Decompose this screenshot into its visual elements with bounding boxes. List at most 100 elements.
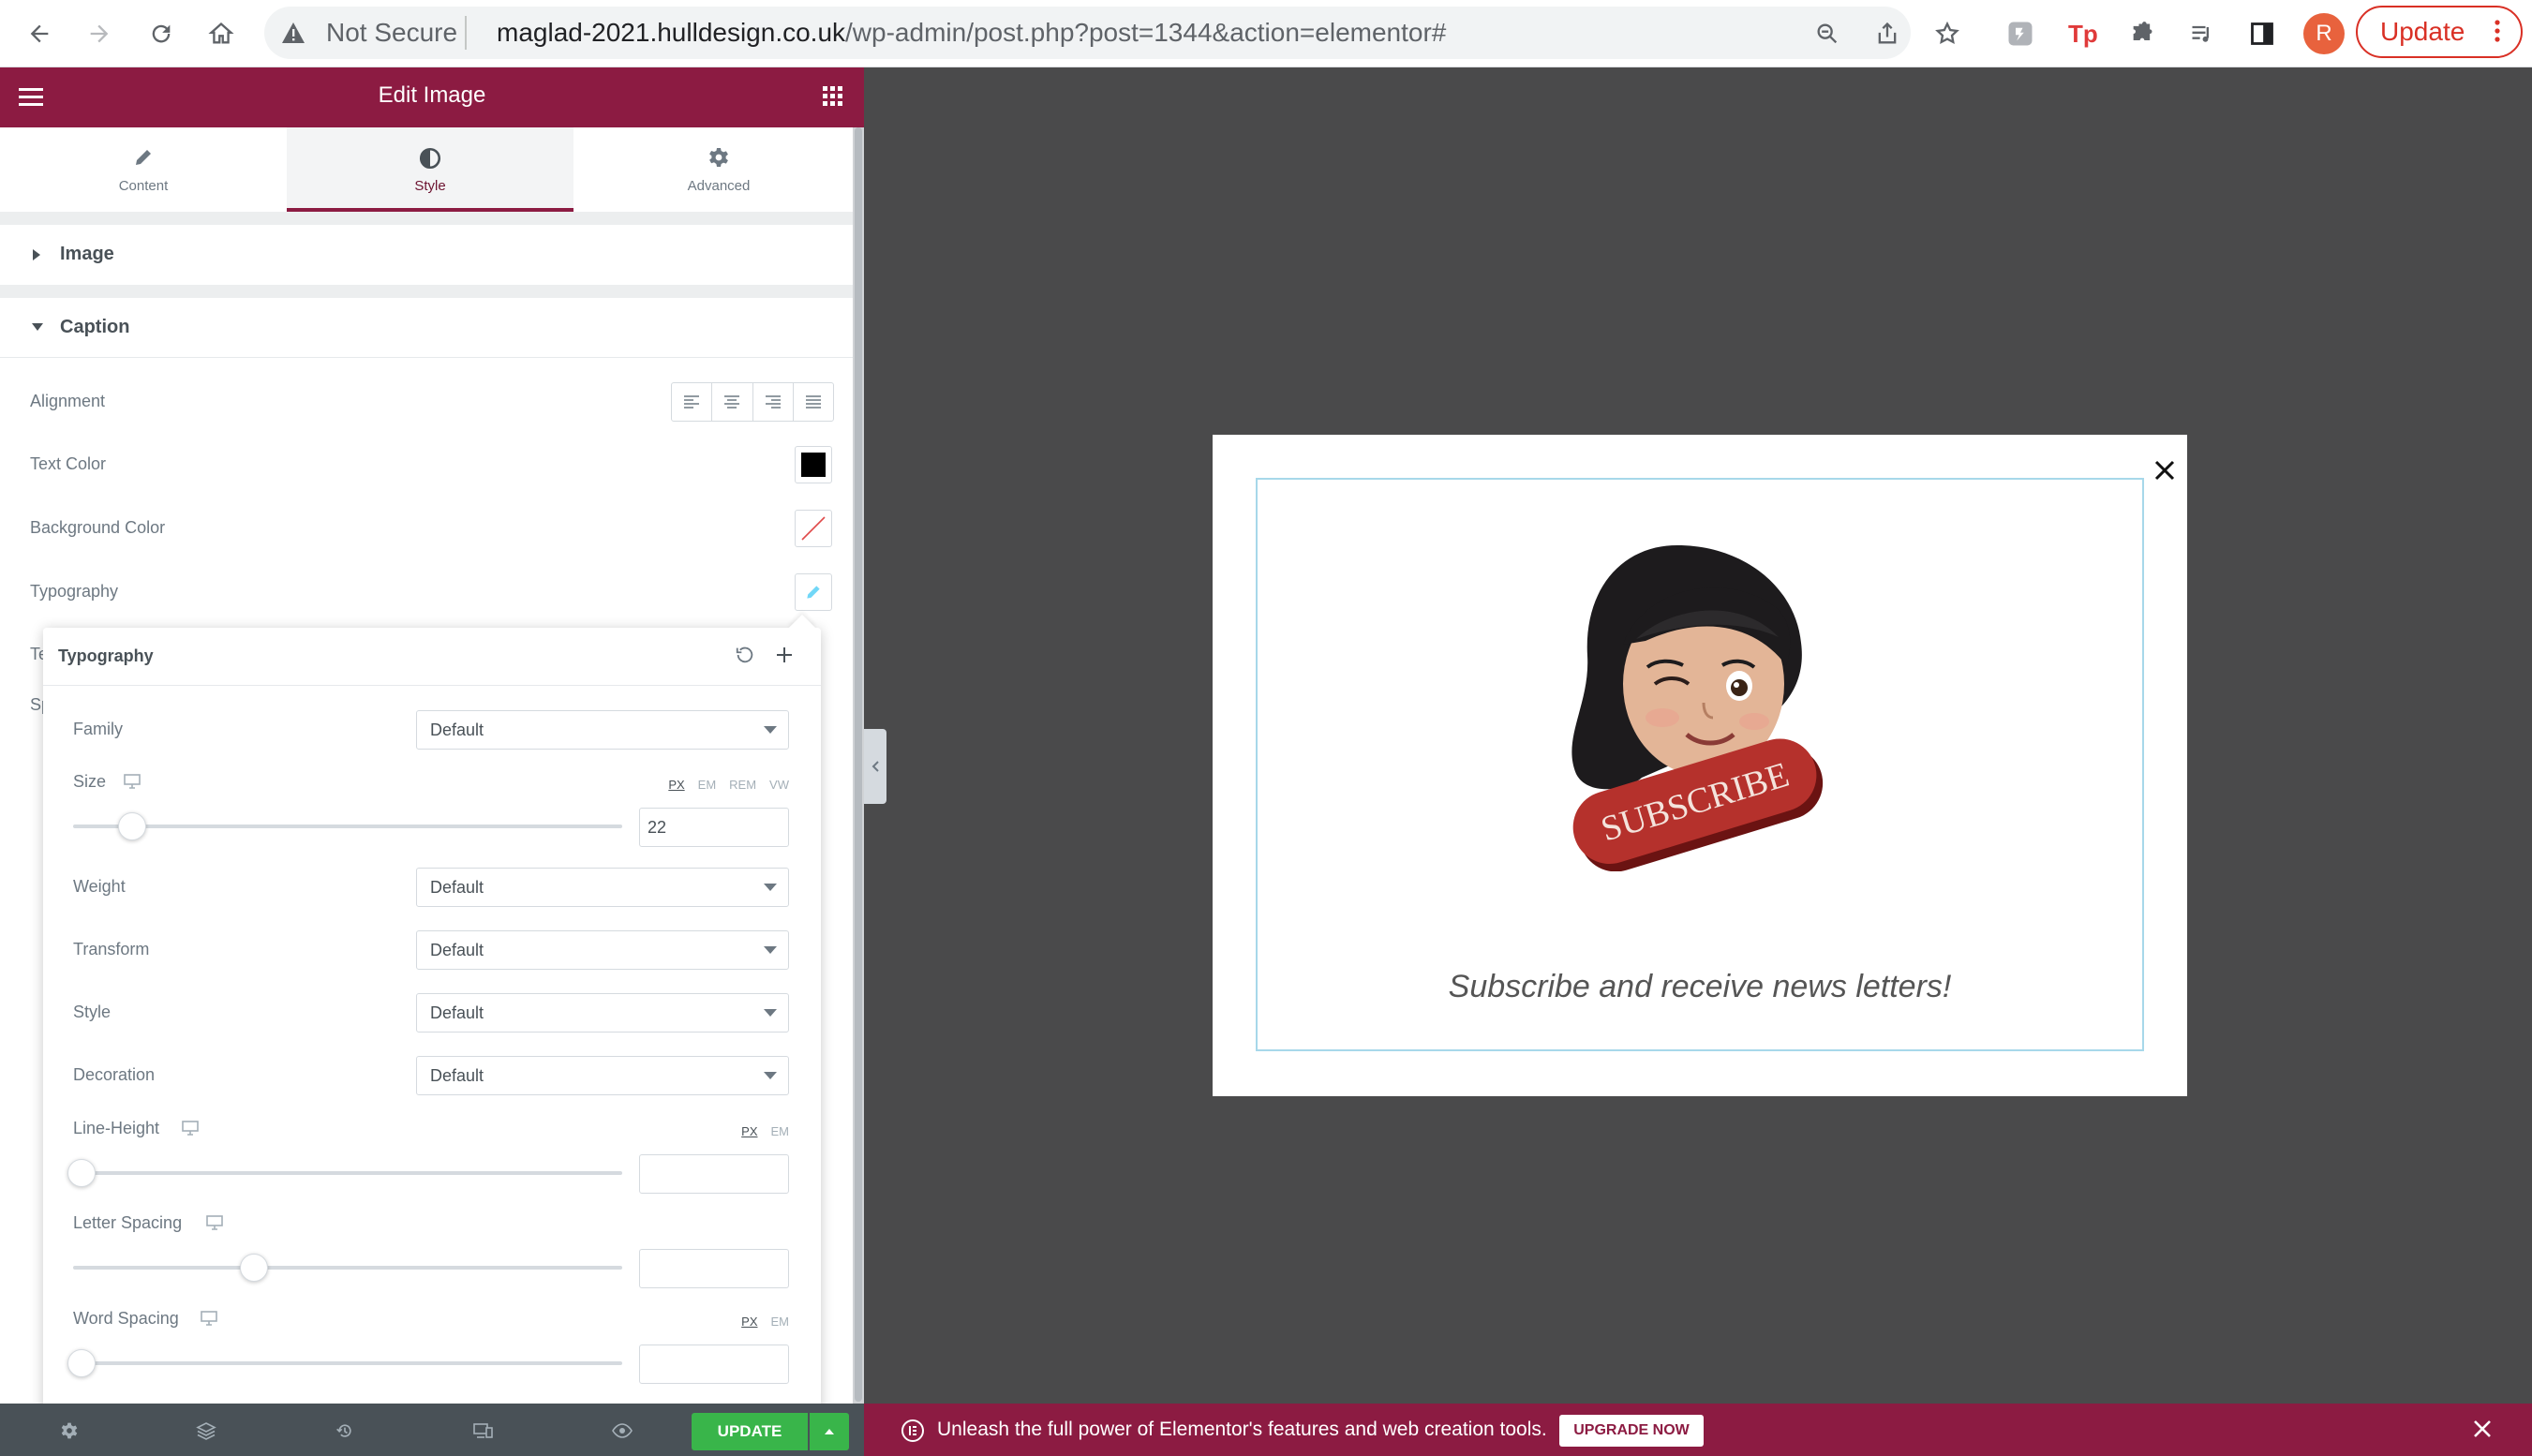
reset-icon[interactable] [735,645,755,665]
browser-toolbar: Not Secure maglad-2021.hulldesign.co.uk/… [0,0,2532,67]
section-image[interactable]: Image [0,225,853,285]
unit-px[interactable]: PX [668,778,684,792]
preview-eye-icon[interactable] [611,1419,633,1442]
panel-scrollbar[interactable] [853,127,864,1456]
tp-extension-icon[interactable]: Tp [2065,17,2099,51]
unit-rem[interactable]: REM [729,778,756,792]
style-value: Default [430,1003,484,1022]
unit-em[interactable]: EM [771,1124,790,1138]
forward-arrow-icon[interactable] [82,17,116,51]
bookmark-star-icon[interactable] [1930,17,1964,51]
history-icon[interactable] [334,1419,356,1442]
profile-avatar[interactable]: R [2303,13,2345,54]
home-icon[interactable] [204,17,238,51]
transform-label: Transform [73,940,150,958]
weight-value: Default [430,878,484,897]
section-caption[interactable]: Caption [0,298,853,358]
navigator-layers-icon[interactable] [195,1419,217,1442]
zoom-icon[interactable] [1810,17,1844,51]
word-spacing-slider-handle[interactable] [67,1349,96,1377]
panel-title: Edit Image [378,82,486,108]
section-divider [0,212,853,225]
decoration-label: Decoration [73,1065,156,1084]
save-options-button[interactable] [810,1413,849,1450]
url-text[interactable]: maglad-2021.hulldesign.co.uk/wp-admin/po… [497,18,1446,48]
scrollbar-thumb[interactable] [855,127,862,1402]
browser-update-button[interactable]: Update [2356,6,2523,58]
close-icon[interactable] [2153,459,2176,482]
desktop-icon[interactable] [182,1121,199,1136]
side-panel-icon[interactable] [2245,17,2279,51]
letter-spacing-label: Letter Spacing [73,1213,183,1232]
size-slider[interactable] [73,812,622,840]
letter-spacing-slider-handle[interactable] [240,1254,268,1282]
gear-icon [575,146,862,169]
tab-advanced[interactable]: Advanced [575,127,862,212]
media-queue-icon[interactable] [2185,17,2219,51]
share-icon[interactable] [1870,17,1904,51]
size-input[interactable]: 22 [639,808,789,847]
line-height-slider[interactable] [67,1159,622,1187]
desktop-icon[interactable] [201,1311,217,1326]
align-center-button[interactable] [712,383,753,421]
decoration-value: Default [430,1066,484,1085]
align-justify-button[interactable] [794,383,833,421]
line-height-input[interactable] [639,1154,789,1194]
line-height-slider-handle[interactable] [67,1159,96,1187]
elementor-logo-icon [901,1419,924,1442]
unit-em[interactable]: EM [771,1315,790,1329]
weight-select[interactable]: Default [416,868,789,907]
typography-edit-button[interactable] [795,573,832,611]
widgets-grid-icon[interactable] [823,86,843,107]
letter-spacing-slider[interactable] [73,1254,622,1282]
tab-style[interactable]: Style [287,127,573,212]
security-label[interactable]: Not Secure [326,18,457,48]
size-label: Size [73,772,107,791]
upgrade-now-button[interactable]: UPGRADE NOW [1559,1415,1704,1447]
popup-preview: SUBSCRIBE Subscribe and receive news let… [1213,435,2187,1096]
desktop-icon[interactable] [124,774,141,789]
transform-select[interactable]: Default [416,930,789,970]
popover-title: Typography [58,646,154,665]
memoji-subscribe-image[interactable]: SUBSCRIBE [1537,525,1846,871]
text-color-swatch[interactable] [795,446,832,483]
address-bar[interactable]: Not Secure maglad-2021.hulldesign.co.uk/… [264,7,1911,59]
background-color-swatch[interactable] [795,510,832,547]
collapse-panel-toggle[interactable] [864,729,886,804]
update-button[interactable]: UPDATE [692,1413,808,1450]
caret-up-icon [825,1429,834,1434]
text-color-fill [801,453,826,477]
back-arrow-icon[interactable] [22,17,56,51]
settings-gear-icon[interactable] [58,1419,81,1442]
tab-content-label: Content [118,178,169,194]
tab-content[interactable]: Content [0,127,287,212]
section-caption-label: Caption [60,317,130,337]
family-value: Default [430,721,484,739]
unit-vw[interactable]: VW [769,778,789,792]
reload-icon[interactable] [144,17,178,51]
url-path: /wp-admin/post.php?post=1344&action=elem… [845,18,1447,47]
promo-message: Unleash the full power of Elementor's fe… [937,1419,1547,1440]
plus-icon[interactable] [774,645,795,665]
extensions-puzzle-icon[interactable] [2125,17,2159,51]
unit-px[interactable]: PX [741,1315,757,1329]
close-icon[interactable] [2472,1419,2493,1439]
word-spacing-slider[interactable] [67,1349,622,1377]
word-spacing-input[interactable] [639,1345,789,1384]
style-select[interactable]: Default [416,993,789,1033]
decoration-select[interactable]: Default [416,1056,789,1095]
unit-px[interactable]: PX [741,1124,757,1138]
extension-grey-icon[interactable] [2003,17,2037,51]
align-left-button[interactable] [672,383,713,421]
image-caption[interactable]: Subscribe and receive news letters! [1213,969,2187,1005]
transform-value: Default [430,941,484,959]
unit-em[interactable]: EM [698,778,717,792]
align-right-button[interactable] [753,383,794,421]
responsive-mode-icon[interactable] [472,1419,495,1442]
desktop-icon[interactable] [206,1215,223,1230]
line-height-units: PX EM [741,1124,789,1138]
letter-spacing-input[interactable] [639,1249,789,1288]
family-select[interactable]: Default [416,710,789,750]
dropdown-arrow-icon [764,726,777,734]
size-slider-handle[interactable] [118,812,146,840]
